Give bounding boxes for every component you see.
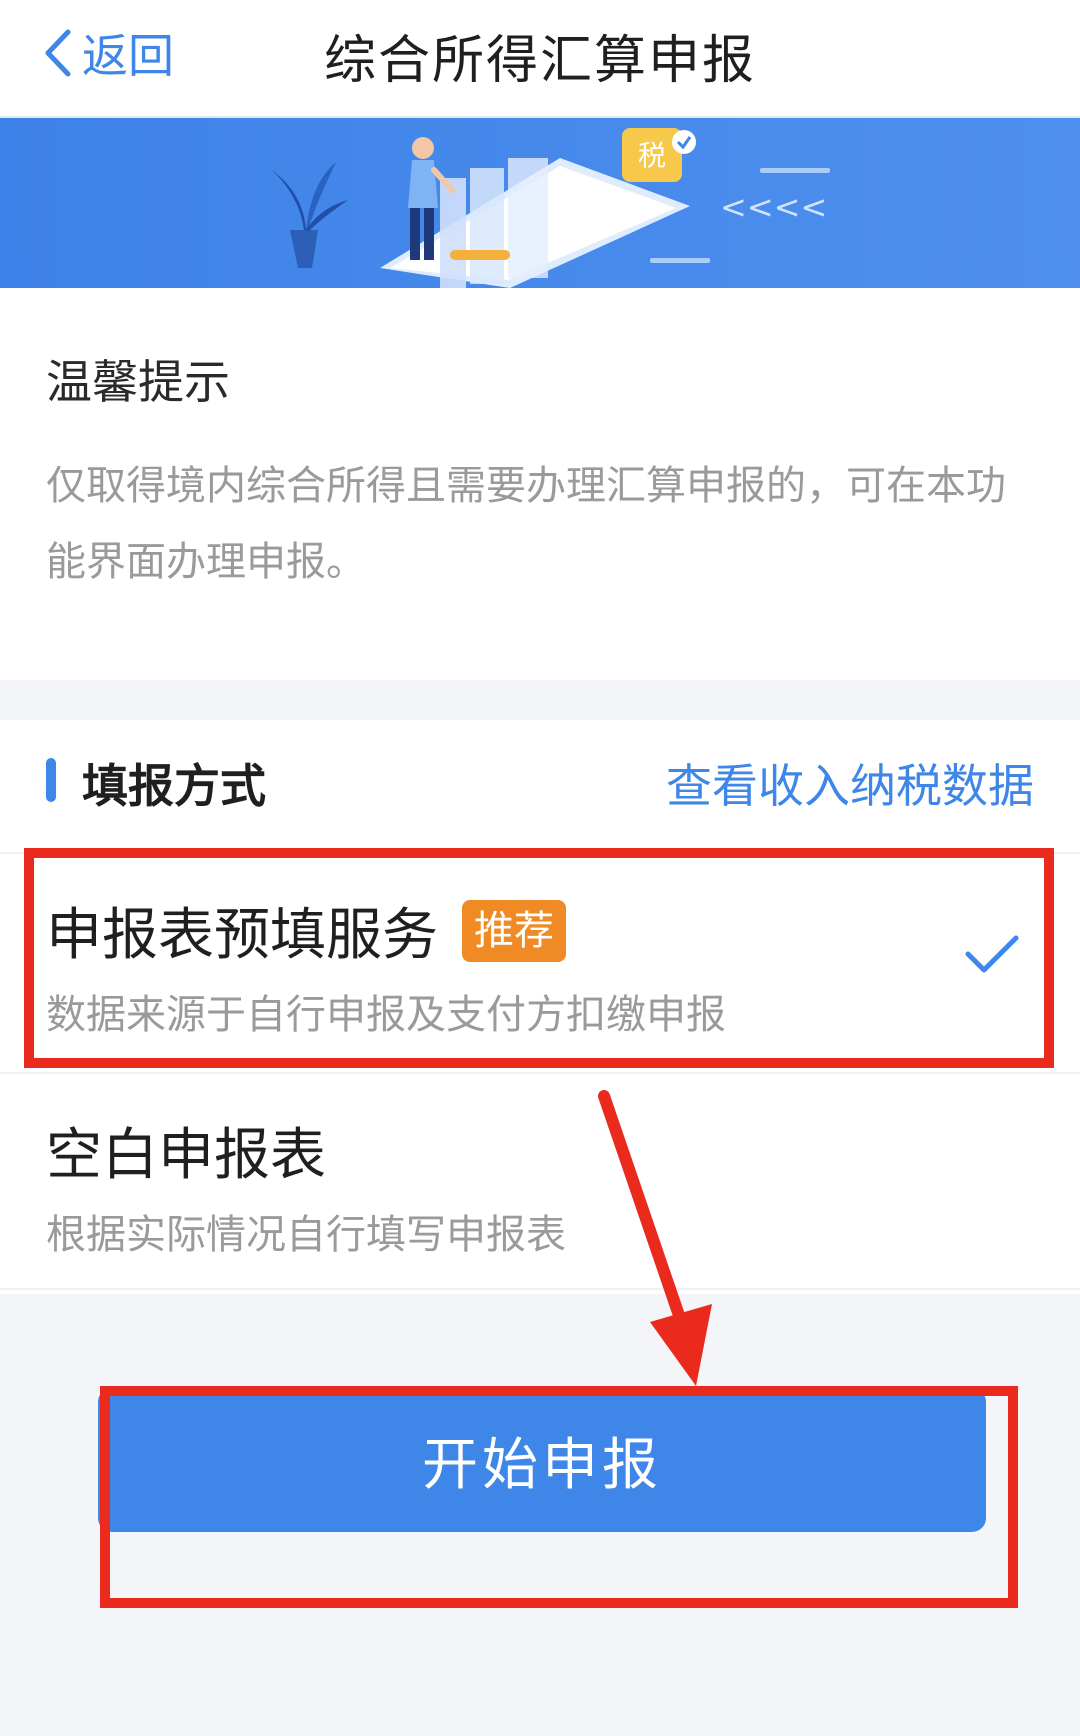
section-title: 填报方式 bbox=[82, 759, 266, 813]
option-title: 空白申报表 bbox=[46, 1123, 326, 1188]
filing-method-section: 填报方式 查看收入纳税数据 申报表预填服务 推荐 数据来源于自行申报及支付方扣缴… bbox=[0, 720, 1080, 1294]
section-accent-bar bbox=[46, 758, 56, 802]
option-title: 申报表预填服务 bbox=[46, 903, 438, 968]
nav-bar: 返回 综合所得汇算申报 bbox=[0, 0, 1080, 118]
section-header: 填报方式 查看收入纳税数据 bbox=[0, 720, 1080, 850]
view-income-tax-data-link[interactable]: 查看收入纳税数据 bbox=[666, 750, 1034, 816]
banner-illustration: 税 <<<< bbox=[0, 118, 1080, 288]
checkmark-icon bbox=[965, 935, 1019, 973]
option-blank-form[interactable]: 空白申报表 根据实际情况自行填写申报表 bbox=[0, 1072, 1080, 1290]
option-description: 根据实际情况自行填写申报表 bbox=[46, 1212, 566, 1258]
page-title: 综合所得汇算申报 bbox=[323, 31, 756, 91]
recommend-badge: 推荐 bbox=[462, 899, 566, 962]
option-description: 数据来源于自行申报及支付方扣缴申报 bbox=[46, 992, 726, 1038]
svg-text:<<<<: <<<< bbox=[720, 188, 827, 226]
tips-body: 仅取得境内综合所得且需要办理汇算申报的，可在本功能界面办理申报。 bbox=[46, 463, 1006, 585]
svg-text:税: 税 bbox=[638, 139, 666, 172]
tips-title: 温馨提示 bbox=[46, 355, 230, 409]
option-title-row: 空白申报表 bbox=[46, 1110, 350, 1191]
start-filing-button[interactable]: 开始申报 bbox=[98, 1388, 986, 1532]
tips-card: 温馨提示 仅取得境内综合所得且需要办理汇算申报的，可在本功能界面办理申报。 bbox=[0, 288, 1080, 680]
option-title-row: 申报表预填服务 推荐 bbox=[46, 890, 566, 971]
option-prefill-service[interactable]: 申报表预填服务 推荐 数据来源于自行申报及支付方扣缴申报 bbox=[0, 852, 1080, 1068]
